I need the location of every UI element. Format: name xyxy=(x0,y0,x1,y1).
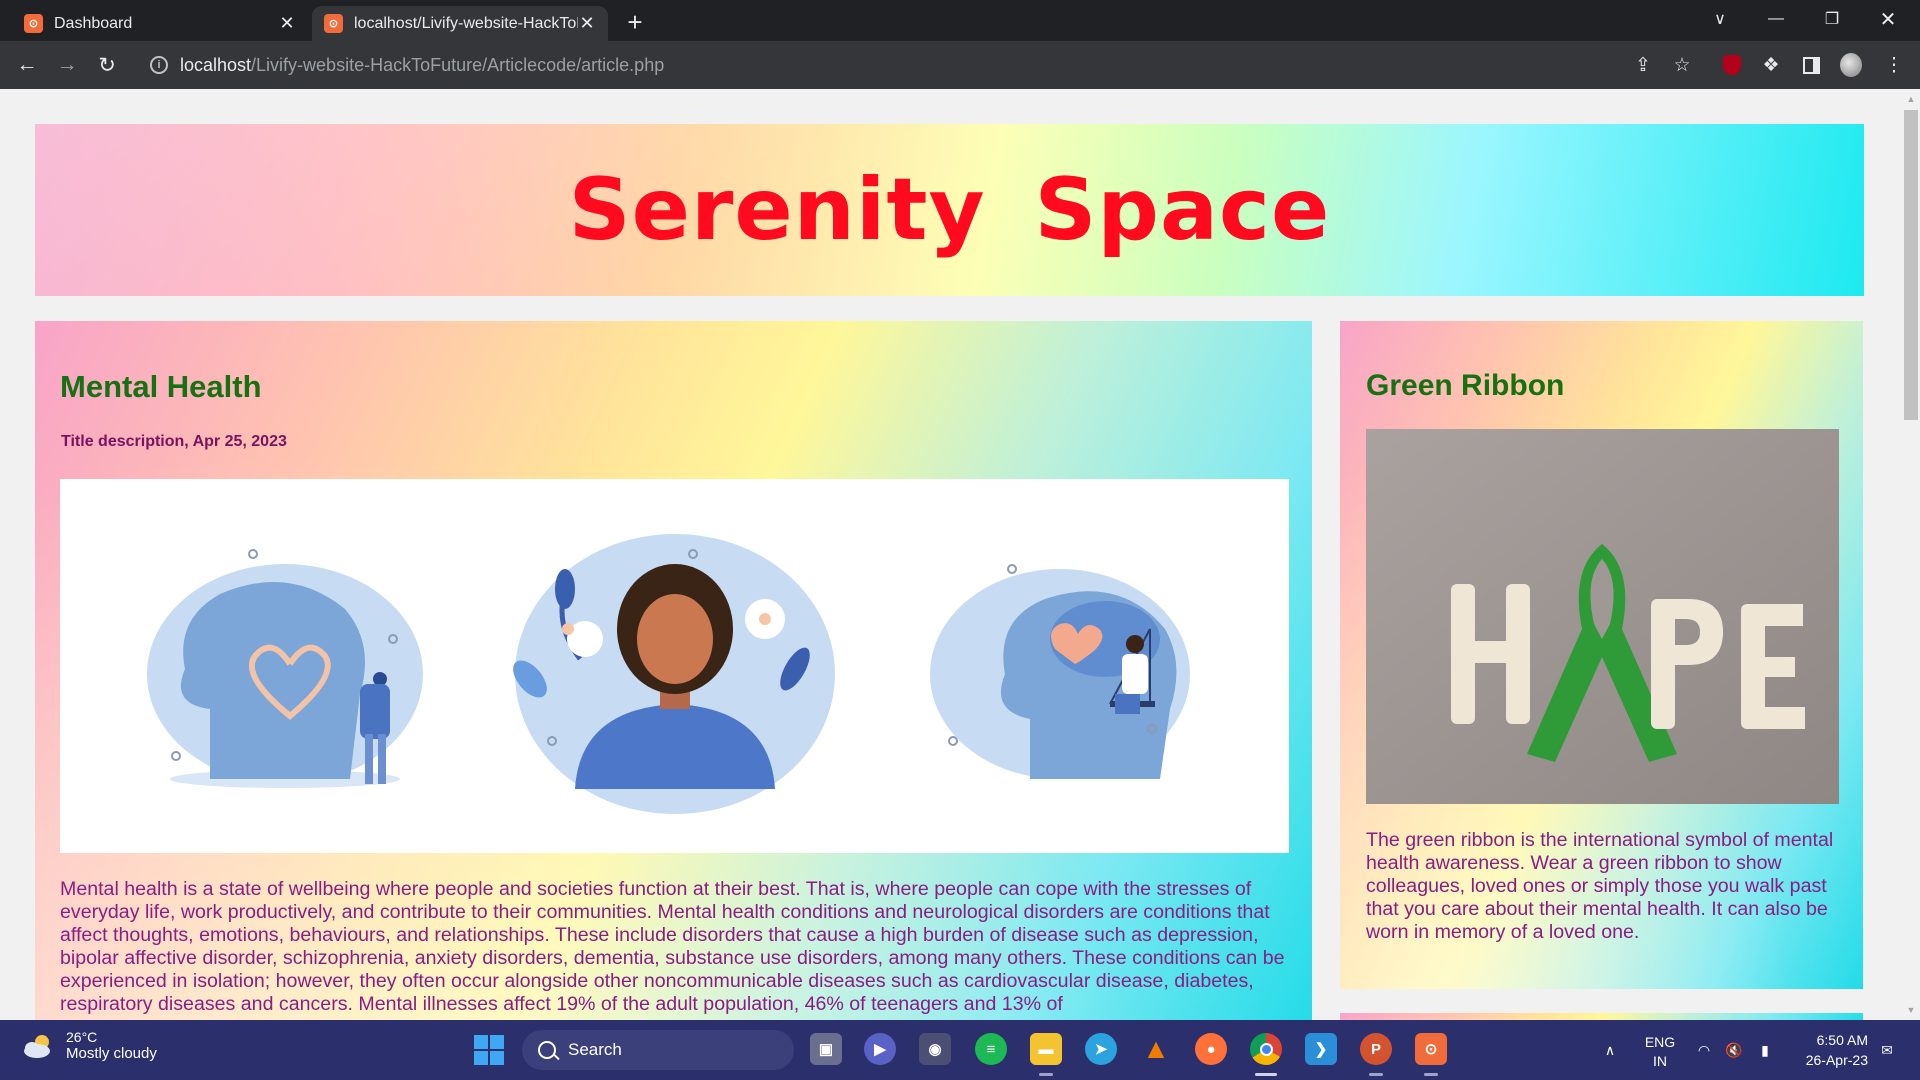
address-bar[interactable]: i localhost/Livify-website-HackToFuture/… xyxy=(140,47,1640,83)
article-meta: Title description, Apr 25, 2023 xyxy=(61,433,287,450)
tab-dashboard[interactable]: ⊙ Dashboard ✕ xyxy=(12,6,308,41)
search-icon xyxy=(538,1041,556,1059)
site-info-icon[interactable]: i xyxy=(150,56,168,74)
sidebar-card-green-ribbon: Green Ribbon The green ribbon is the int… xyxy=(1340,321,1863,989)
page-viewport: Serenity Space Mental Health Title descr… xyxy=(0,89,1902,1020)
article-card: Mental Health Title description, Apr 25,… xyxy=(35,321,1312,1020)
spotify-icon[interactable]: ≡ xyxy=(975,1033,1007,1065)
running-indicator xyxy=(1039,1073,1053,1076)
ublock-icon[interactable] xyxy=(1721,54,1743,76)
weather-text: Mostly cloudy xyxy=(66,1045,157,1062)
wifi-icon[interactable]: ◠ xyxy=(1692,1020,1716,1080)
close-tab-icon[interactable]: ✕ xyxy=(278,13,296,33)
sidebar-next-card xyxy=(1340,1013,1863,1020)
hope-ribbon-illustration xyxy=(1366,429,1839,804)
tab-title: Dashboard xyxy=(54,14,133,32)
windows-taskbar: 26°C Mostly cloudy Search ▣ ▶ ◉ ≡ ▬ ➤ ▲ … xyxy=(0,1020,1920,1080)
notifications-icon[interactable]: ✉ xyxy=(1874,1020,1900,1080)
tray-overflow-chevron-icon[interactable]: ∧ xyxy=(1598,1020,1622,1080)
firefox-icon[interactable]: ● xyxy=(1195,1033,1227,1065)
running-indicator xyxy=(1369,1073,1383,1076)
weather-widget[interactable]: 26°C Mostly cloudy xyxy=(22,1029,157,1062)
xampp-icon: ⊙ xyxy=(324,14,343,33)
woman-plants-figure xyxy=(513,534,835,814)
input-language-indicator[interactable]: ENG IN xyxy=(1642,1033,1678,1071)
lang-line1: ENG xyxy=(1644,1034,1676,1050)
url-host: localhost xyxy=(180,54,252,75)
close-window-icon[interactable]: ✕ xyxy=(1860,0,1916,38)
reload-icon[interactable]: ↻ xyxy=(92,50,122,80)
url-path: /Livify-website-HackToFuture/Articlecode… xyxy=(251,54,665,75)
browser-tab-strip: ⊙ Dashboard ✕ ⊙ localhost/Livify-website… xyxy=(0,0,1920,41)
sidebar-body: The green ribbon is the international sy… xyxy=(1366,829,1834,943)
xampp-icon[interactable]: ⊙ xyxy=(1415,1033,1447,1065)
sidebar-heading: Green Ribbon xyxy=(1366,369,1565,402)
close-tab-icon[interactable]: ✕ xyxy=(578,13,596,33)
site-title: Serenity Space xyxy=(568,160,1331,260)
vscode-icon[interactable]: ❯ xyxy=(1305,1033,1337,1065)
article-hero-image xyxy=(60,479,1289,853)
clock-date: 26-Apr-23 xyxy=(1805,1052,1868,1068)
vlc-icon[interactable]: ▲ xyxy=(1140,1033,1172,1065)
chrome-icon[interactable] xyxy=(1250,1033,1282,1065)
extensions-puzzle-icon[interactable]: ❖ xyxy=(1760,54,1782,76)
search-label: Search xyxy=(568,1040,622,1059)
cloudy-weather-icon xyxy=(24,1034,50,1058)
powerpoint-icon[interactable]: P xyxy=(1360,1033,1392,1065)
share-icon[interactable]: ⇪ xyxy=(1632,54,1654,76)
back-icon[interactable]: ← xyxy=(12,50,42,80)
site-banner: Serenity Space xyxy=(35,124,1864,296)
tab-title: localhost/Livify-website-HackToF xyxy=(354,14,578,32)
new-tab-button[interactable]: + xyxy=(620,7,650,37)
article-heading: Mental Health xyxy=(60,369,262,404)
weather-temp: 26°C xyxy=(66,1029,98,1045)
scroll-down-arrow-icon[interactable]: ▼ xyxy=(1904,1003,1918,1017)
article-body: Mental health is a state of wellbeing wh… xyxy=(60,878,1285,1015)
browser-menu-icon[interactable]: ⋮ xyxy=(1883,54,1905,76)
profile-avatar-icon[interactable] xyxy=(1840,53,1862,77)
battery-icon[interactable]: ▮ xyxy=(1752,1020,1778,1080)
restore-icon[interactable]: ❐ xyxy=(1804,0,1860,38)
bookmark-star-icon[interactable]: ☆ xyxy=(1671,54,1693,76)
teams-chat-icon[interactable]: ▶ xyxy=(864,1033,896,1065)
telegram-icon[interactable]: ➤ xyxy=(1085,1033,1117,1065)
taskbar-search[interactable]: Search xyxy=(522,1030,794,1070)
page-scrollbar-thumb[interactable] xyxy=(1904,110,1918,420)
mental-health-illustration xyxy=(147,534,1190,814)
xampp-icon: ⊙ xyxy=(24,14,43,33)
forward-icon[interactable]: → xyxy=(52,50,82,80)
speaker-muted-icon[interactable]: 🔇 xyxy=(1722,1020,1746,1080)
lang-line2: IN xyxy=(1653,1053,1667,1069)
head-swing-figure xyxy=(930,564,1190,779)
file-explorer-icon[interactable]: ▬ xyxy=(1030,1033,1062,1065)
tab-article[interactable]: ⊙ localhost/Livify-website-HackToF ✕ xyxy=(312,6,608,41)
head-heart-figure xyxy=(147,549,423,788)
windows-start-icon[interactable] xyxy=(474,1035,504,1065)
hope-ribbon-image xyxy=(1366,429,1839,804)
clock-time: 6:50 AM xyxy=(1816,1032,1868,1048)
running-indicator xyxy=(1424,1073,1438,1076)
system-clock[interactable]: 6:50 AM 26-Apr-23 xyxy=(1788,1030,1868,1070)
active-app-indicator xyxy=(1255,1073,1277,1076)
scroll-up-arrow-icon[interactable]: ▲ xyxy=(1904,92,1918,106)
task-view-icon[interactable]: ▣ xyxy=(810,1033,842,1065)
side-panel-icon[interactable] xyxy=(1800,54,1822,76)
browser-toolbar: ← → ↻ i localhost/Livify-website-HackToF… xyxy=(0,41,1920,89)
tab-search-chevron-icon[interactable]: ∨ xyxy=(1692,0,1748,38)
camera-icon[interactable]: ◉ xyxy=(919,1033,951,1065)
minimize-icon[interactable]: — xyxy=(1748,0,1804,38)
